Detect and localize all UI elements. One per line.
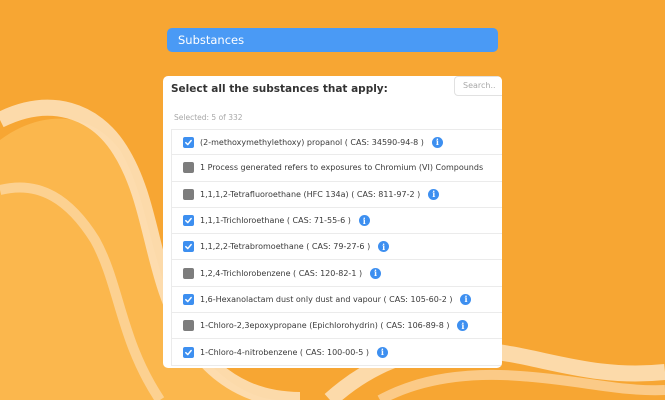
info-icon[interactable]: i <box>431 136 443 148</box>
substance-checkbox[interactable] <box>183 320 194 332</box>
list-item[interactable]: 1-Chloro-2,3epoxypropane (Epichlorohydri… <box>171 313 502 340</box>
substance-list: (2-methoxymethylethoxy) propanol ( CAS: … <box>171 129 502 366</box>
substance-label: 1,2,4-Trichlorobenzene ( CAS: 120-82-1 ) <box>200 268 363 278</box>
substance-checkbox[interactable] <box>183 162 194 174</box>
header-title: Substances <box>178 33 245 47</box>
substance-label: 1,6-Hexanolactam dust only dust and vapo… <box>200 294 453 304</box>
substance-label: 1,1,2,2-Tetrabromoethane ( CAS: 79-27-6 … <box>200 242 371 252</box>
substance-checkbox[interactable] <box>183 241 194 253</box>
substance-checkbox[interactable] <box>183 215 194 227</box>
info-icon[interactable]: i <box>370 267 382 279</box>
substance-checkbox[interactable] <box>183 267 194 279</box>
substance-label: 1 Process generated refers to exposures … <box>200 163 484 173</box>
substances-panel: Select all the substances that apply: Se… <box>163 76 502 368</box>
list-item[interactable]: 1,1,1,2-Tetrafluoroethane (HFC 134a) ( C… <box>171 181 502 208</box>
select-prompt: Select all the substances that apply: <box>171 83 388 95</box>
check-icon <box>185 349 192 355</box>
substance-label: (2-methoxymethylethoxy) propanol ( CAS: … <box>200 137 424 147</box>
substance-label: 1,1,1,2-Tetrafluoroethane (HFC 134a) ( C… <box>200 189 421 199</box>
check-icon <box>185 296 192 303</box>
list-item[interactable]: 1,1,1-Trichloroethane ( CAS: 71-55-6 ) i <box>171 207 502 235</box>
substance-label: 1,1,1-Trichloroethane ( CAS: 71-55-6 ) <box>200 216 351 226</box>
selected-count: Selected: 5 of 332 <box>174 113 243 122</box>
info-icon[interactable]: i <box>428 188 440 200</box>
list-item[interactable]: 1,1,2,2-Tetrabromoethane ( CAS: 79-27-6 … <box>171 234 502 261</box>
info-icon[interactable]: i <box>457 320 469 332</box>
check-icon <box>185 244 192 250</box>
info-icon[interactable]: i <box>376 346 388 358</box>
substance-checkbox[interactable] <box>183 136 194 148</box>
substance-checkbox[interactable] <box>183 188 194 200</box>
list-item[interactable]: 1,2,4-Trichlorobenzene ( CAS: 120-82-1 )… <box>171 260 502 287</box>
info-icon[interactable]: i <box>358 215 370 227</box>
substance-checkbox[interactable] <box>183 346 194 358</box>
search-input[interactable]: Search.. <box>454 76 502 96</box>
info-icon[interactable]: i <box>378 241 390 253</box>
check-icon <box>185 217 192 224</box>
substance-label: 1-Chloro-4-nitrobenzene ( CAS: 100-00-5 … <box>200 347 369 357</box>
list-item[interactable]: 1,6-Hexanolactam dust only dust and vapo… <box>171 286 502 314</box>
info-icon[interactable]: i <box>460 293 472 305</box>
list-item[interactable]: 1-Chloro-4-nitrobenzene ( CAS: 100-00-5 … <box>171 339 502 366</box>
substances-header[interactable]: Substances <box>167 28 498 52</box>
substance-label: 1-Chloro-2,3epoxypropane (Epichlorohydri… <box>200 321 450 331</box>
list-item[interactable]: 1 Process generated refers to exposures … <box>171 155 502 182</box>
check-icon <box>185 139 192 145</box>
list-item[interactable]: (2-methoxymethylethoxy) propanol ( CAS: … <box>171 129 502 156</box>
substance-checkbox[interactable] <box>183 293 194 305</box>
